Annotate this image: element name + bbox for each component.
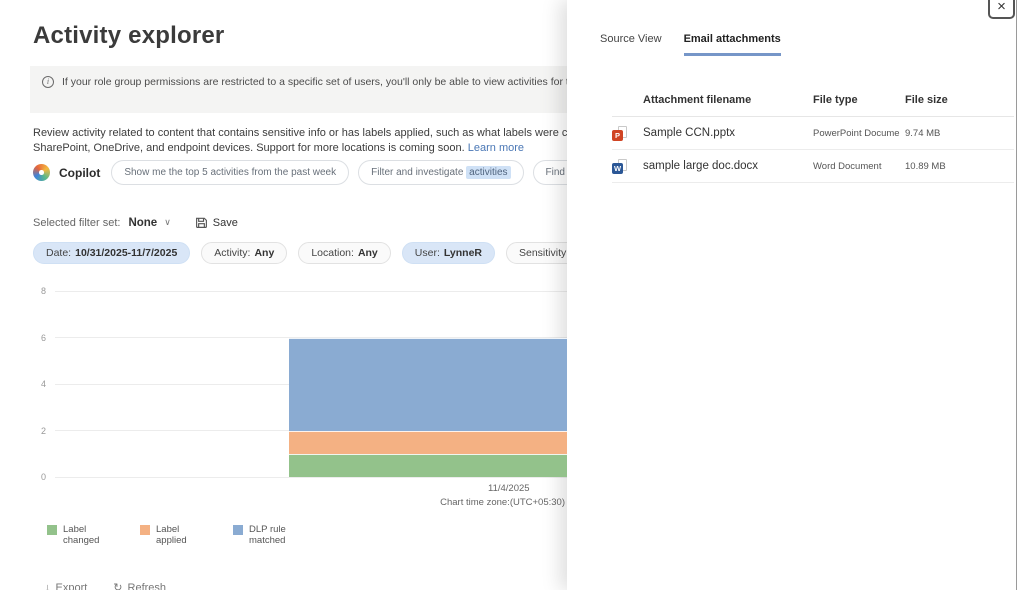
chart-plot-area: 11/4/2025 Chart time zone:(UTC+05:30) 02…: [55, 291, 567, 477]
column-header-file-size[interactable]: File size: [905, 94, 1014, 106]
copilot-icon: [33, 164, 50, 181]
legend-item-label-applied[interactable]: Label applied: [140, 524, 206, 546]
table-row[interactable]: P Sample CCN.pptx PowerPoint Docume 9.74…: [612, 117, 1014, 150]
y-axis-tick-label: 8: [41, 286, 46, 296]
legend-label: Label applied: [156, 524, 206, 546]
gridline: [55, 291, 567, 292]
tab-email-attachments[interactable]: Email attachments: [684, 33, 781, 56]
filter-set-label: Selected filter set:: [33, 217, 120, 229]
column-header-file-type[interactable]: File type: [813, 94, 905, 106]
x-axis-tick-label: 11/4/2025: [488, 483, 530, 494]
download-icon: ↓: [45, 582, 51, 590]
column-header-filename[interactable]: Attachment filename: [643, 94, 813, 106]
legend-swatch: [140, 525, 150, 535]
y-axis-tick-label: 4: [41, 379, 46, 389]
attachment-filename: Sample CCN.pptx: [643, 127, 813, 139]
table-header-row: Attachment filename File type File size: [612, 88, 1014, 117]
tab-source-view[interactable]: Source View: [600, 33, 662, 56]
copilot-label: Copilot: [59, 166, 100, 180]
filter-pills-row: Date:10/31/2025-11/7/2025 Activity:Any L…: [33, 242, 567, 264]
y-axis-tick-label: 2: [41, 426, 46, 436]
email-attachments-flyout: × Source View Email attachments Attachme…: [567, 0, 1023, 590]
page-description: Review activity related to content that …: [33, 126, 567, 156]
window-edge-divider: [1016, 0, 1017, 590]
filter-pill-user[interactable]: User:LynneR: [402, 242, 495, 264]
copilot-prompt-find-files[interactable]: Find files used in specific a: [533, 160, 567, 185]
filter-pill-date[interactable]: Date:10/31/2025-11/7/2025: [33, 242, 190, 264]
legend-label: Label changed: [63, 524, 113, 546]
legend-label: DLP rule matched: [249, 524, 299, 546]
refresh-icon: ↻: [113, 581, 122, 590]
export-button[interactable]: ↓ Export: [45, 582, 87, 590]
filter-pill-activity[interactable]: Activity:Any: [201, 242, 287, 264]
attachments-table: Attachment filename File type File size …: [612, 88, 1014, 183]
close-button[interactable]: ×: [988, 0, 1015, 19]
word-icon: W: [612, 159, 628, 174]
y-axis-tick-label: 0: [41, 472, 46, 482]
table-row[interactable]: W sample large doc.docx Word Document 10…: [612, 150, 1014, 183]
stacked-bar[interactable]: [289, 338, 567, 478]
close-icon: ×: [997, 0, 1006, 15]
attachment-file-type: PowerPoint Docume: [813, 128, 905, 139]
legend-item-label-changed[interactable]: Label changed: [47, 524, 113, 546]
save-icon: [195, 216, 208, 229]
save-filter-set-button[interactable]: Save: [195, 216, 238, 229]
bar-segment-dlp-rule-matched[interactable]: [289, 338, 567, 431]
learn-more-link[interactable]: Learn more: [468, 142, 524, 154]
bar-segment-label-changed[interactable]: [289, 454, 567, 477]
legend-swatch: [233, 525, 243, 535]
description-line-2: SharePoint, OneDrive, and endpoint devic…: [33, 141, 567, 156]
attachment-filename: sample large doc.docx: [643, 160, 813, 172]
highlight-activities: activities: [466, 166, 510, 179]
filter-pill-sensitivity-label[interactable]: Sensitivity label:Any: [506, 242, 567, 264]
filter-pill-location[interactable]: Location:Any: [298, 242, 390, 264]
permissions-info-banner: i If your role group permissions are res…: [30, 66, 567, 113]
results-toolbar: ↓ Export ↻ Refresh: [45, 581, 166, 590]
legend-swatch: [47, 525, 57, 535]
attachment-file-size: 10.89 MB: [905, 161, 1014, 172]
copilot-prompt-filter-investigate[interactable]: Filter and investigate activities: [358, 160, 523, 185]
chart-legend: Label changed Label applied DLP rule mat…: [47, 524, 299, 546]
flyout-tabs: Source View Email attachments: [600, 33, 781, 56]
filter-set-dropdown[interactable]: None: [128, 217, 157, 229]
info-icon: i: [42, 76, 54, 88]
banner-text: If your role group permissions are restr…: [62, 76, 567, 88]
attachment-file-type: Word Document: [813, 161, 905, 172]
filter-set-row: Selected filter set: None ∨ Save: [33, 216, 238, 229]
activity-explorer-page: Activity explorer i If your role group p…: [0, 0, 567, 590]
bar-segment-label-applied[interactable]: [289, 431, 567, 454]
attachment-file-size: 9.74 MB: [905, 128, 1014, 139]
refresh-button[interactable]: ↻ Refresh: [113, 581, 166, 590]
page-title: Activity explorer: [33, 22, 224, 50]
chevron-down-icon[interactable]: ∨: [164, 217, 171, 228]
description-line-1: Review activity related to content that …: [33, 126, 567, 141]
copilot-prompt-bar: Copilot Show me the top 5 activities fro…: [33, 160, 567, 185]
y-axis-tick-label: 6: [41, 333, 46, 343]
chart-timezone-note: Chart time zone:(UTC+05:30): [440, 497, 565, 508]
save-label: Save: [213, 217, 238, 229]
copilot-prompt-top-activities[interactable]: Show me the top 5 activities from the pa…: [111, 160, 349, 185]
legend-item-dlp-rule-matched[interactable]: DLP rule matched: [233, 524, 299, 546]
powerpoint-icon: P: [612, 126, 628, 141]
